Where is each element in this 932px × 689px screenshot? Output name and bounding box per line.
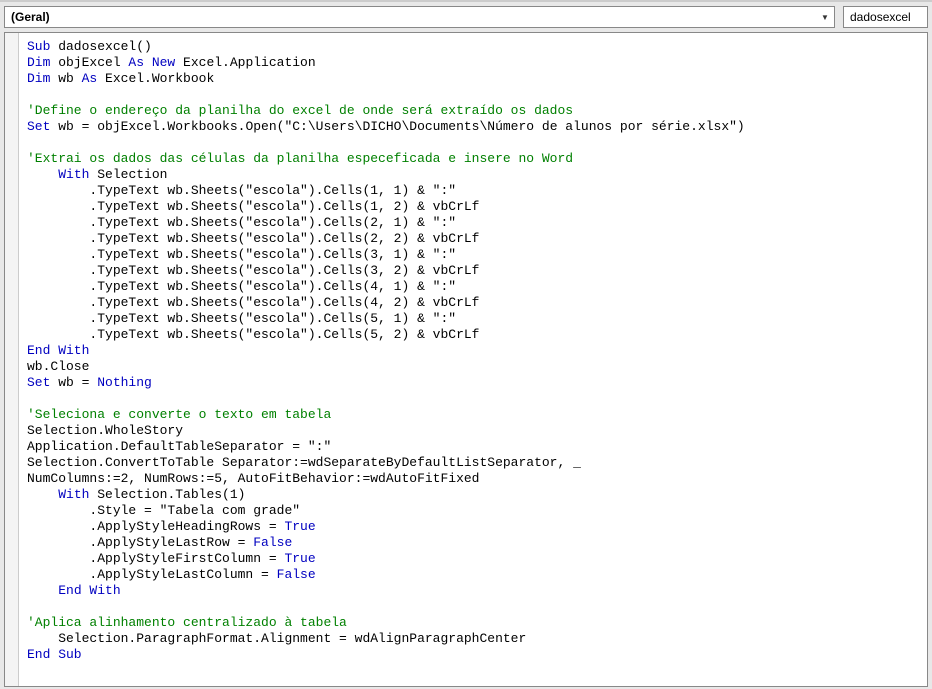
code-line: .TypeText wb.Sheets("escola").Cells(1, 1… [27,183,456,198]
code-token: With [58,167,89,182]
code-token: Selection.Tables(1) [89,487,245,502]
vba-editor-window: (Geral) ▼ dadosexcel Sub dadosexcel() Di… [0,0,932,689]
code-line: Selection.WholeStory [27,423,183,438]
code-token: Excel.Application [175,55,315,70]
code-line: .TypeText wb.Sheets("escola").Cells(2, 1… [27,215,456,230]
code-token: As New [128,55,175,70]
code-token: End With [58,583,120,598]
code-token: Set [27,375,50,390]
code-token: Selection [89,167,167,182]
scope-dropdown[interactable]: (Geral) ▼ [4,6,835,28]
procedure-value: dadosexcel [850,10,911,24]
code-token: False [253,535,292,550]
code-line: NumColumns:=2, NumRows:=5, AutoFitBehavi… [27,471,479,486]
code-comment: 'Extrai os dados das células da planilha… [27,151,573,166]
code-line: Selection.ParagraphFormat.Alignment = wd… [27,631,526,646]
code-token: Dim [27,71,50,86]
code-token: True [284,519,315,534]
code-token: As [82,71,98,86]
code-token: True [284,551,315,566]
code-token: Sub [27,39,50,54]
code-token: objExcel [50,55,128,70]
code-line: wb.Close [27,359,89,374]
code-line: .TypeText wb.Sheets("escola").Cells(4, 2… [27,295,479,310]
code-line: .TypeText wb.Sheets("escola").Cells(4, 1… [27,279,456,294]
topbar: (Geral) ▼ dadosexcel [4,4,928,32]
code-token: End Sub [27,647,82,662]
code-line: .TypeText wb.Sheets("escola").Cells(5, 1… [27,311,456,326]
scope-value: (Geral) [11,10,50,24]
code-token: wb = objExcel.Workbooks.Open("C:\Users\D… [50,119,744,134]
code-comment: 'Aplica alinhamento centralizado à tabel… [27,615,347,630]
code-token: dadosexcel() [50,39,151,54]
code-token: Set [27,119,50,134]
code-token: Nothing [97,375,152,390]
code-comment: 'Seleciona e converte o texto em tabela [27,407,331,422]
code-gutter [5,33,19,686]
code-line: .TypeText wb.Sheets("escola").Cells(5, 2… [27,327,479,342]
code-token: .ApplyStyleLastRow = [27,535,253,550]
code-token: Excel.Workbook [97,71,214,86]
code-line: .Style = "Tabela com grade" [27,503,300,518]
code-editor[interactable]: Sub dadosexcel() Dim objExcel As New Exc… [19,33,927,686]
chevron-down-icon: ▼ [818,10,832,24]
code-token: wb = [50,375,97,390]
code-token: End With [27,343,89,358]
code-line: Application.DefaultTableSeparator = ":" [27,439,331,454]
code-token: .ApplyStyleLastColumn = [27,567,277,582]
code-token: False [277,567,316,582]
code-line: Selection.ConvertToTable Separator:=wdSe… [27,455,581,470]
code-comment: 'Define o endereço da planilha do excel … [27,103,573,118]
code-token: .ApplyStyleFirstColumn = [27,551,284,566]
code-token: wb [50,71,81,86]
code-token: With [58,487,89,502]
code-line: .TypeText wb.Sheets("escola").Cells(1, 2… [27,199,479,214]
code-line: .TypeText wb.Sheets("escola").Cells(2, 2… [27,231,479,246]
procedure-dropdown[interactable]: dadosexcel [843,6,928,28]
code-pane: Sub dadosexcel() Dim objExcel As New Exc… [4,32,928,687]
code-line: .TypeText wb.Sheets("escola").Cells(3, 2… [27,263,479,278]
code-line: .TypeText wb.Sheets("escola").Cells(3, 1… [27,247,456,262]
code-token: Dim [27,55,50,70]
code-token: .ApplyStyleHeadingRows = [27,519,284,534]
